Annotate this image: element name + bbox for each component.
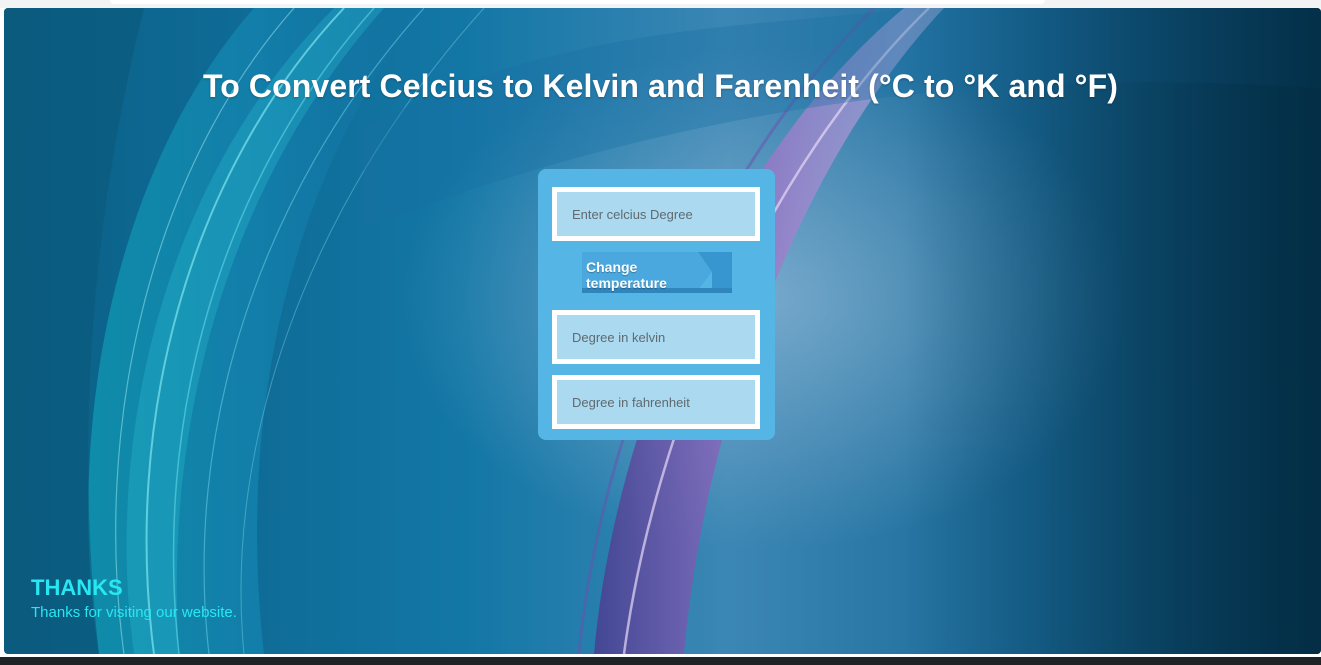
thanks-heading: THANKS xyxy=(31,575,123,600)
page-background: To Convert Celcius to Kelvin and Farenhe… xyxy=(4,8,1321,654)
address-bar-edge xyxy=(110,0,1045,4)
kelvin-output-field[interactable] xyxy=(552,310,760,364)
converter-card: Change temperature xyxy=(538,169,775,440)
celsius-input[interactable] xyxy=(552,187,760,241)
change-temperature-button[interactable]: Change temperature xyxy=(582,252,732,293)
page-title: To Convert Celcius to Kelvin and Farenhe… xyxy=(203,68,1118,104)
change-temperature-label: Change temperature xyxy=(586,259,667,291)
taskbar-edge xyxy=(0,657,1321,665)
browser-tab-strip xyxy=(0,0,1321,8)
fahrenheit-output-field[interactable] xyxy=(552,375,760,429)
thanks-message: Thanks for visiting our website. xyxy=(31,604,237,621)
